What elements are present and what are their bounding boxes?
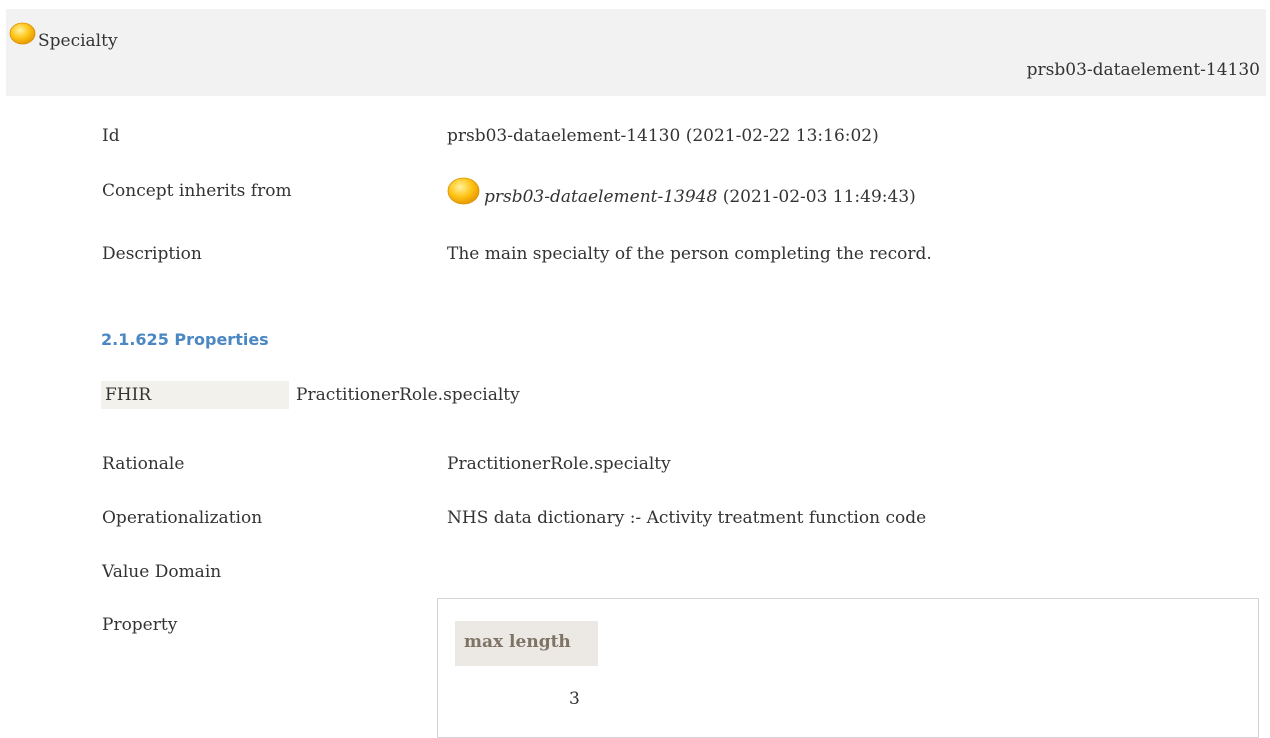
property-label: Property bbox=[102, 615, 178, 635]
concept-title: Specialty bbox=[38, 31, 118, 51]
inherits-label: Concept inherits from bbox=[102, 181, 292, 201]
inherited-concept-icon bbox=[447, 177, 480, 205]
fhir-value: PractitionerRole.specialty bbox=[296, 385, 520, 405]
id-value: prsb03-dataelement-14130 (2021-02-22 13:… bbox=[447, 126, 879, 146]
inherited-concept-date: (2021-02-03 11:49:43) bbox=[717, 187, 916, 207]
max-length-value: 3 bbox=[569, 689, 580, 709]
rationale-value: PractitionerRole.specialty bbox=[447, 454, 671, 474]
fhir-label: FHIR bbox=[101, 381, 289, 409]
id-label: Id bbox=[102, 126, 120, 146]
max-length-header: max length bbox=[455, 621, 598, 666]
inherits-value: prsb03-dataelement-13948 (2021-02-03 11:… bbox=[447, 177, 916, 207]
operationalization-value: NHS data dictionary :- Activity treatmen… bbox=[447, 508, 927, 528]
description-value: The main specialty of the person complet… bbox=[447, 244, 932, 264]
value-domain-label: Value Domain bbox=[102, 562, 222, 582]
property-table: max length 3 bbox=[437, 598, 1259, 738]
concept-id: prsb03-dataelement-14130 bbox=[1026, 60, 1260, 80]
concept-ball-icon bbox=[9, 22, 36, 45]
description-label: Description bbox=[102, 244, 202, 264]
inherited-concept-link[interactable]: prsb03-dataelement-13948 bbox=[484, 187, 717, 207]
operationalization-label: Operationalization bbox=[102, 508, 263, 528]
rationale-label: Rationale bbox=[102, 454, 185, 474]
concept-header: Specialty prsb03-dataelement-14130 bbox=[6, 9, 1266, 96]
properties-heading: 2.1.625 Properties bbox=[101, 330, 269, 349]
